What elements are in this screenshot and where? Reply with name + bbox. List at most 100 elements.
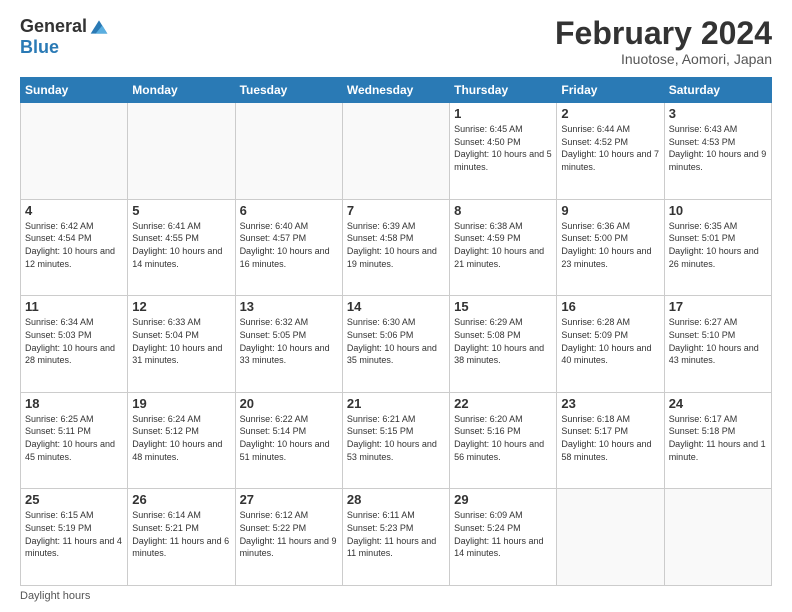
calendar-cell: [128, 103, 235, 200]
day-number: 8: [454, 203, 552, 218]
calendar-cell: 6 Sunrise: 6:40 AM Sunset: 4:57 PM Daylig…: [235, 199, 342, 296]
day-number: 22: [454, 396, 552, 411]
calendar-cell: 14 Sunrise: 6:30 AM Sunset: 5:06 PM Dayli…: [342, 296, 449, 393]
page: General Blue February 2024 Inuotose, Aom…: [0, 0, 792, 612]
calendar-cell: [342, 103, 449, 200]
calendar-cell: 28 Sunrise: 6:11 AM Sunset: 5:23 PM Dayli…: [342, 489, 449, 586]
day-number: 17: [669, 299, 767, 314]
logo-icon: [89, 17, 109, 37]
day-info: Sunrise: 6:45 AM Sunset: 4:50 PM Dayligh…: [454, 123, 552, 173]
day-info: Sunrise: 6:29 AM Sunset: 5:08 PM Dayligh…: [454, 316, 552, 366]
calendar-cell: 8 Sunrise: 6:38 AM Sunset: 4:59 PM Daylig…: [450, 199, 557, 296]
calendar-cell: 11 Sunrise: 6:34 AM Sunset: 5:03 PM Dayli…: [21, 296, 128, 393]
day-info: Sunrise: 6:22 AM Sunset: 5:14 PM Dayligh…: [240, 413, 338, 463]
day-number: 13: [240, 299, 338, 314]
day-number: 1: [454, 106, 552, 121]
col-header-sunday: Sunday: [21, 78, 128, 103]
day-number: 20: [240, 396, 338, 411]
day-info: Sunrise: 6:35 AM Sunset: 5:01 PM Dayligh…: [669, 220, 767, 270]
day-number: 3: [669, 106, 767, 121]
day-number: 6: [240, 203, 338, 218]
day-info: Sunrise: 6:36 AM Sunset: 5:00 PM Dayligh…: [561, 220, 659, 270]
day-number: 26: [132, 492, 230, 507]
header: General Blue February 2024 Inuotose, Aom…: [20, 16, 772, 67]
calendar-cell: 2Sunrise: 6:44 AM Sunset: 4:52 PM Daylig…: [557, 103, 664, 200]
day-info: Sunrise: 6:11 AM Sunset: 5:23 PM Dayligh…: [347, 509, 445, 559]
footer-note: Daylight hours: [20, 590, 772, 602]
col-header-monday: Monday: [128, 78, 235, 103]
day-number: 27: [240, 492, 338, 507]
day-number: 24: [669, 396, 767, 411]
calendar-cell: 24 Sunrise: 6:17 AM Sunset: 5:18 PM Dayli…: [664, 392, 771, 489]
title-block: February 2024 Inuotose, Aomori, Japan: [555, 16, 772, 67]
calendar-cell: 19Sunrise: 6:24 AM Sunset: 5:12 PM Dayli…: [128, 392, 235, 489]
col-header-wednesday: Wednesday: [342, 78, 449, 103]
calendar-cell: 23Sunrise: 6:18 AM Sunset: 5:17 PM Dayli…: [557, 392, 664, 489]
calendar-cell: [664, 489, 771, 586]
day-info: Sunrise: 6:25 AM Sunset: 5:11 PM Dayligh…: [25, 413, 123, 463]
calendar-cell: 4Sunrise: 6:42 AM Sunset: 4:54 PM Daylig…: [21, 199, 128, 296]
calendar-cell: 9 Sunrise: 6:36 AM Sunset: 5:00 PM Daylig…: [557, 199, 664, 296]
day-number: 12: [132, 299, 230, 314]
day-info: Sunrise: 6:14 AM Sunset: 5:21 PM Dayligh…: [132, 509, 230, 559]
logo-general-text: General: [20, 16, 87, 37]
col-header-saturday: Saturday: [664, 78, 771, 103]
day-number: 25: [25, 492, 123, 507]
calendar-cell: 5 Sunrise: 6:41 AM Sunset: 4:55 PM Daylig…: [128, 199, 235, 296]
calendar-week-0: 1 Sunrise: 6:45 AM Sunset: 4:50 PM Daylig…: [21, 103, 772, 200]
day-number: 18: [25, 396, 123, 411]
calendar-cell: [557, 489, 664, 586]
col-header-tuesday: Tuesday: [235, 78, 342, 103]
day-info: Sunrise: 6:21 AM Sunset: 5:15 PM Dayligh…: [347, 413, 445, 463]
day-info: Sunrise: 6:43 AM Sunset: 4:53 PM Dayligh…: [669, 123, 767, 173]
day-info: Sunrise: 6:39 AM Sunset: 4:58 PM Dayligh…: [347, 220, 445, 270]
calendar-cell: 15 Sunrise: 6:29 AM Sunset: 5:08 PM Dayli…: [450, 296, 557, 393]
day-number: 11: [25, 299, 123, 314]
day-info: Sunrise: 6:30 AM Sunset: 5:06 PM Dayligh…: [347, 316, 445, 366]
logo: General Blue: [20, 16, 109, 58]
day-info: Sunrise: 6:27 AM Sunset: 5:10 PM Dayligh…: [669, 316, 767, 366]
day-info: Sunrise: 6:17 AM Sunset: 5:18 PM Dayligh…: [669, 413, 767, 463]
day-info: Sunrise: 6:38 AM Sunset: 4:59 PM Dayligh…: [454, 220, 552, 270]
day-info: Sunrise: 6:09 AM Sunset: 5:24 PM Dayligh…: [454, 509, 552, 559]
calendar-cell: 17 Sunrise: 6:27 AM Sunset: 5:10 PM Dayli…: [664, 296, 771, 393]
day-info: Sunrise: 6:33 AM Sunset: 5:04 PM Dayligh…: [132, 316, 230, 366]
calendar-week-4: 25Sunrise: 6:15 AM Sunset: 5:19 PM Dayli…: [21, 489, 772, 586]
day-number: 9: [561, 203, 659, 218]
month-title: February 2024: [555, 16, 772, 51]
calendar-week-3: 18 Sunrise: 6:25 AM Sunset: 5:11 PM Dayli…: [21, 392, 772, 489]
calendar-cell: 7 Sunrise: 6:39 AM Sunset: 4:58 PM Daylig…: [342, 199, 449, 296]
day-info: Sunrise: 6:44 AM Sunset: 4:52 PM Dayligh…: [561, 123, 659, 173]
day-info: Sunrise: 6:34 AM Sunset: 5:03 PM Dayligh…: [25, 316, 123, 366]
day-number: 21: [347, 396, 445, 411]
calendar-cell: 27Sunrise: 6:12 AM Sunset: 5:22 PM Dayli…: [235, 489, 342, 586]
calendar-cell: 26 Sunrise: 6:14 AM Sunset: 5:21 PM Dayli…: [128, 489, 235, 586]
calendar-cell: 21 Sunrise: 6:21 AM Sunset: 5:15 PM Dayli…: [342, 392, 449, 489]
day-info: Sunrise: 6:41 AM Sunset: 4:55 PM Dayligh…: [132, 220, 230, 270]
calendar-week-2: 11 Sunrise: 6:34 AM Sunset: 5:03 PM Dayli…: [21, 296, 772, 393]
day-info: Sunrise: 6:42 AM Sunset: 4:54 PM Dayligh…: [25, 220, 123, 270]
calendar-week-1: 4Sunrise: 6:42 AM Sunset: 4:54 PM Daylig…: [21, 199, 772, 296]
day-number: 7: [347, 203, 445, 218]
calendar-cell: 20 Sunrise: 6:22 AM Sunset: 5:14 PM Dayli…: [235, 392, 342, 489]
calendar-cell: 13 Sunrise: 6:32 AM Sunset: 5:05 PM Dayli…: [235, 296, 342, 393]
calendar-cell: 22Sunrise: 6:20 AM Sunset: 5:16 PM Dayli…: [450, 392, 557, 489]
day-number: 10: [669, 203, 767, 218]
location: Inuotose, Aomori, Japan: [555, 51, 772, 67]
calendar-cell: 12 Sunrise: 6:33 AM Sunset: 5:04 PM Dayli…: [128, 296, 235, 393]
day-number: 14: [347, 299, 445, 314]
col-header-thursday: Thursday: [450, 78, 557, 103]
day-number: 29: [454, 492, 552, 507]
day-number: 16: [561, 299, 659, 314]
day-number: 5: [132, 203, 230, 218]
day-number: 15: [454, 299, 552, 314]
calendar-cell: [21, 103, 128, 200]
day-number: 28: [347, 492, 445, 507]
calendar-cell: 16Sunrise: 6:28 AM Sunset: 5:09 PM Dayli…: [557, 296, 664, 393]
day-info: Sunrise: 6:32 AM Sunset: 5:05 PM Dayligh…: [240, 316, 338, 366]
day-number: 19: [132, 396, 230, 411]
calendar-cell: 18 Sunrise: 6:25 AM Sunset: 5:11 PM Dayli…: [21, 392, 128, 489]
day-info: Sunrise: 6:40 AM Sunset: 4:57 PM Dayligh…: [240, 220, 338, 270]
logo-blue-text: Blue: [20, 37, 59, 57]
calendar-cell: 1 Sunrise: 6:45 AM Sunset: 4:50 PM Daylig…: [450, 103, 557, 200]
